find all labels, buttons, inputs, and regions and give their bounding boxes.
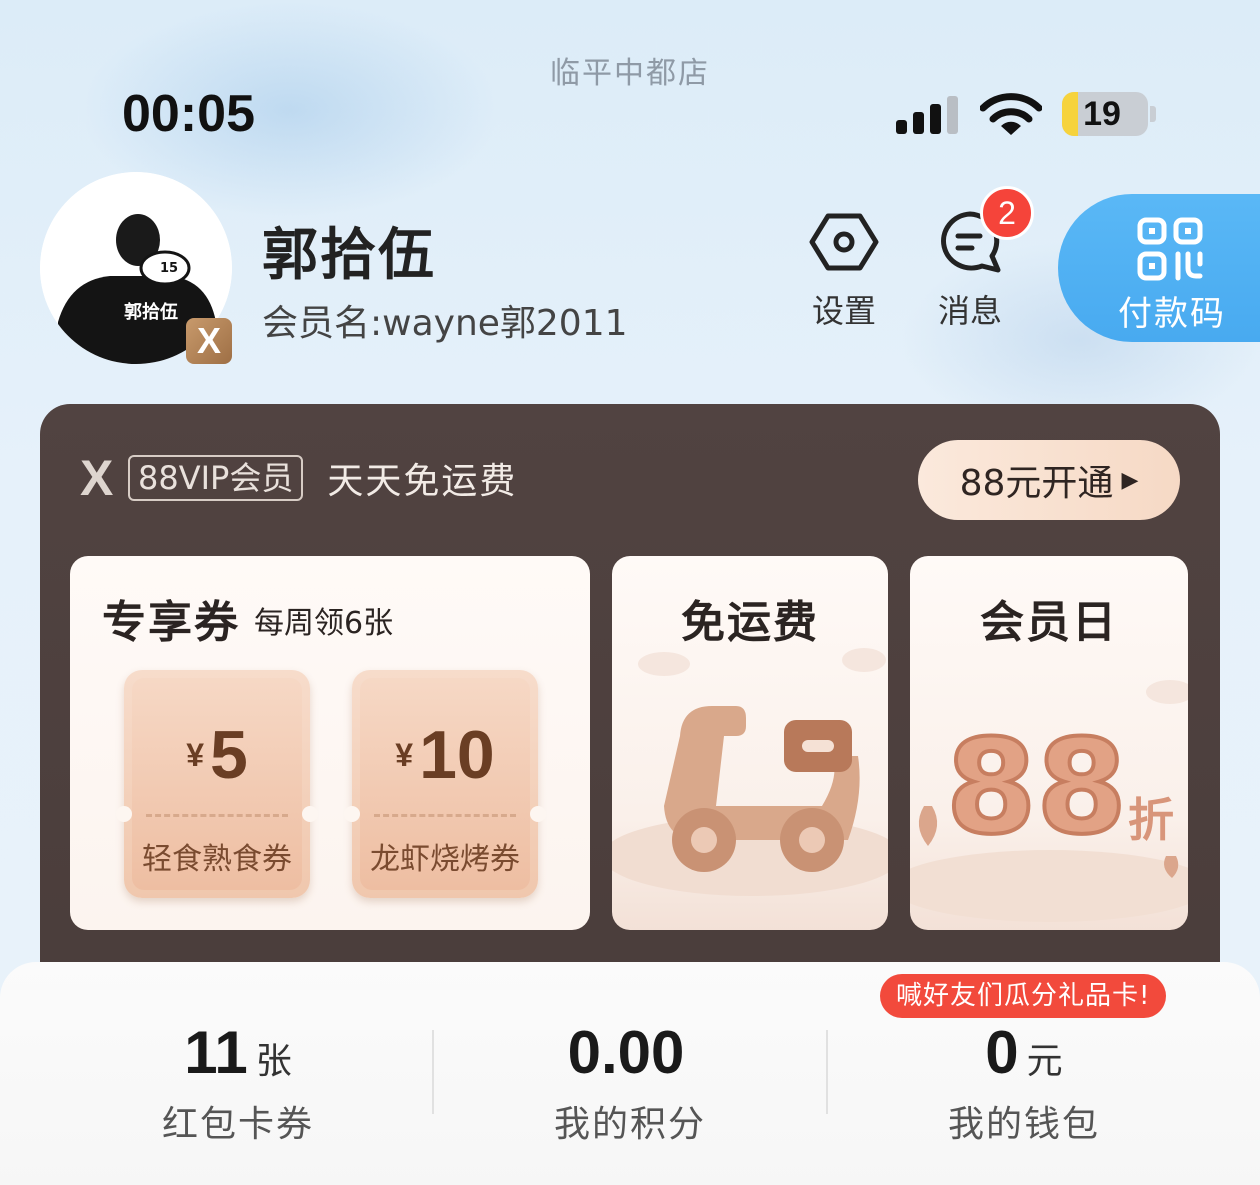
stat-divider: [826, 1030, 828, 1114]
settings-label: 设置: [811, 292, 876, 330]
coupon-amount: ¥10: [352, 716, 538, 794]
stat-value: 0.00: [567, 1019, 685, 1086]
settings-icon: [809, 213, 879, 271]
battery-tip: [1150, 106, 1156, 122]
exclusive-coupons-tile[interactable]: 专享券 每周领6张 ¥5 轻食熟食券 ¥10 龙虾烧烤券: [70, 556, 590, 930]
stat-label: 我的钱包: [947, 1104, 1100, 1145]
tile-title: 专享券: [102, 597, 240, 648]
member-day-tile[interactable]: 会员日 88 折: [910, 556, 1188, 930]
play-arrow-icon: ▶: [1121, 467, 1139, 493]
stat-points[interactable]: 0.00 我的积分: [480, 1018, 780, 1147]
vip-logo-icon: X: [80, 450, 114, 506]
discount-number: 88: [946, 711, 1127, 863]
currency-symbol: ¥: [395, 736, 414, 773]
coupon-value: 10: [419, 717, 495, 793]
vip-slogan: 天天免运费: [327, 461, 518, 502]
stat-wallet[interactable]: 0元 我的钱包: [874, 1018, 1174, 1147]
stat-divider: [432, 1030, 434, 1114]
stat-unit: 张: [255, 1041, 292, 1082]
free-shipping-tile[interactable]: 免运费: [612, 556, 888, 930]
coupon-notch: [302, 806, 318, 822]
coupon-value: 5: [209, 717, 248, 793]
coupon-card[interactable]: ¥5 轻食熟食券: [116, 670, 318, 898]
membership-badge: X: [186, 318, 232, 364]
qr-code-icon: [1137, 217, 1203, 281]
stat-label: 红包卡券: [161, 1104, 314, 1145]
discount-illustration: 88 折: [910, 680, 1188, 922]
coupon-notch: [116, 806, 132, 822]
coupon-name: 轻食熟食券: [142, 842, 292, 877]
coupon-amount: ¥5: [124, 716, 310, 794]
coupon-card[interactable]: ¥10 龙虾烧烤券: [344, 670, 546, 898]
coupon-notch: [344, 806, 360, 822]
status-time: 00:05: [122, 85, 255, 143]
discount-unit: 折: [1128, 793, 1174, 847]
avatar-number: 15: [160, 261, 178, 276]
pay-code-label: 付款码: [1118, 294, 1226, 334]
vip-header: X 88VIP会员 天天免运费: [80, 450, 518, 506]
user-name: 郭拾伍: [262, 223, 436, 288]
coupon-notch: [530, 806, 546, 822]
stat-coupons[interactable]: 11 张 红包卡券: [88, 1018, 388, 1147]
stat-unit: 元: [1026, 1041, 1063, 1082]
coupon-divider: [374, 814, 516, 817]
settings-button[interactable]: 设置: [802, 210, 886, 332]
tile-subtitle: 每周领6张: [254, 606, 394, 641]
stat-label: 我的积分: [553, 1104, 706, 1145]
message-count-badge: 2: [980, 186, 1034, 240]
vip-open-label: 88元开通: [959, 463, 1114, 504]
avatar-text: 郭拾伍: [124, 301, 178, 323]
stat-value: 11: [184, 1019, 248, 1086]
battery-icon: 19: [1062, 92, 1148, 136]
member-id: 会员名:wayne郭2011: [262, 303, 628, 344]
coupon-name: 龙虾烧烤券: [370, 842, 520, 877]
vip-open-button[interactable]: 88元开通 ▶: [918, 440, 1180, 520]
cellular-signal-icon: [896, 96, 958, 134]
battery-level: 19: [1083, 95, 1121, 133]
currency-symbol: ¥: [186, 736, 204, 773]
scooter-icon: [612, 648, 888, 896]
coupon-divider: [146, 814, 288, 817]
promo-bubble[interactable]: 喊好友们瓜分礼品卡!: [880, 974, 1167, 1018]
messages-label: 消息: [937, 292, 1002, 330]
pay-code-button[interactable]: 付款码: [1058, 194, 1260, 342]
vip-tag: 88VIP会员: [128, 455, 304, 501]
stat-value: 0: [985, 1019, 1019, 1086]
wifi-icon: [980, 93, 1042, 135]
